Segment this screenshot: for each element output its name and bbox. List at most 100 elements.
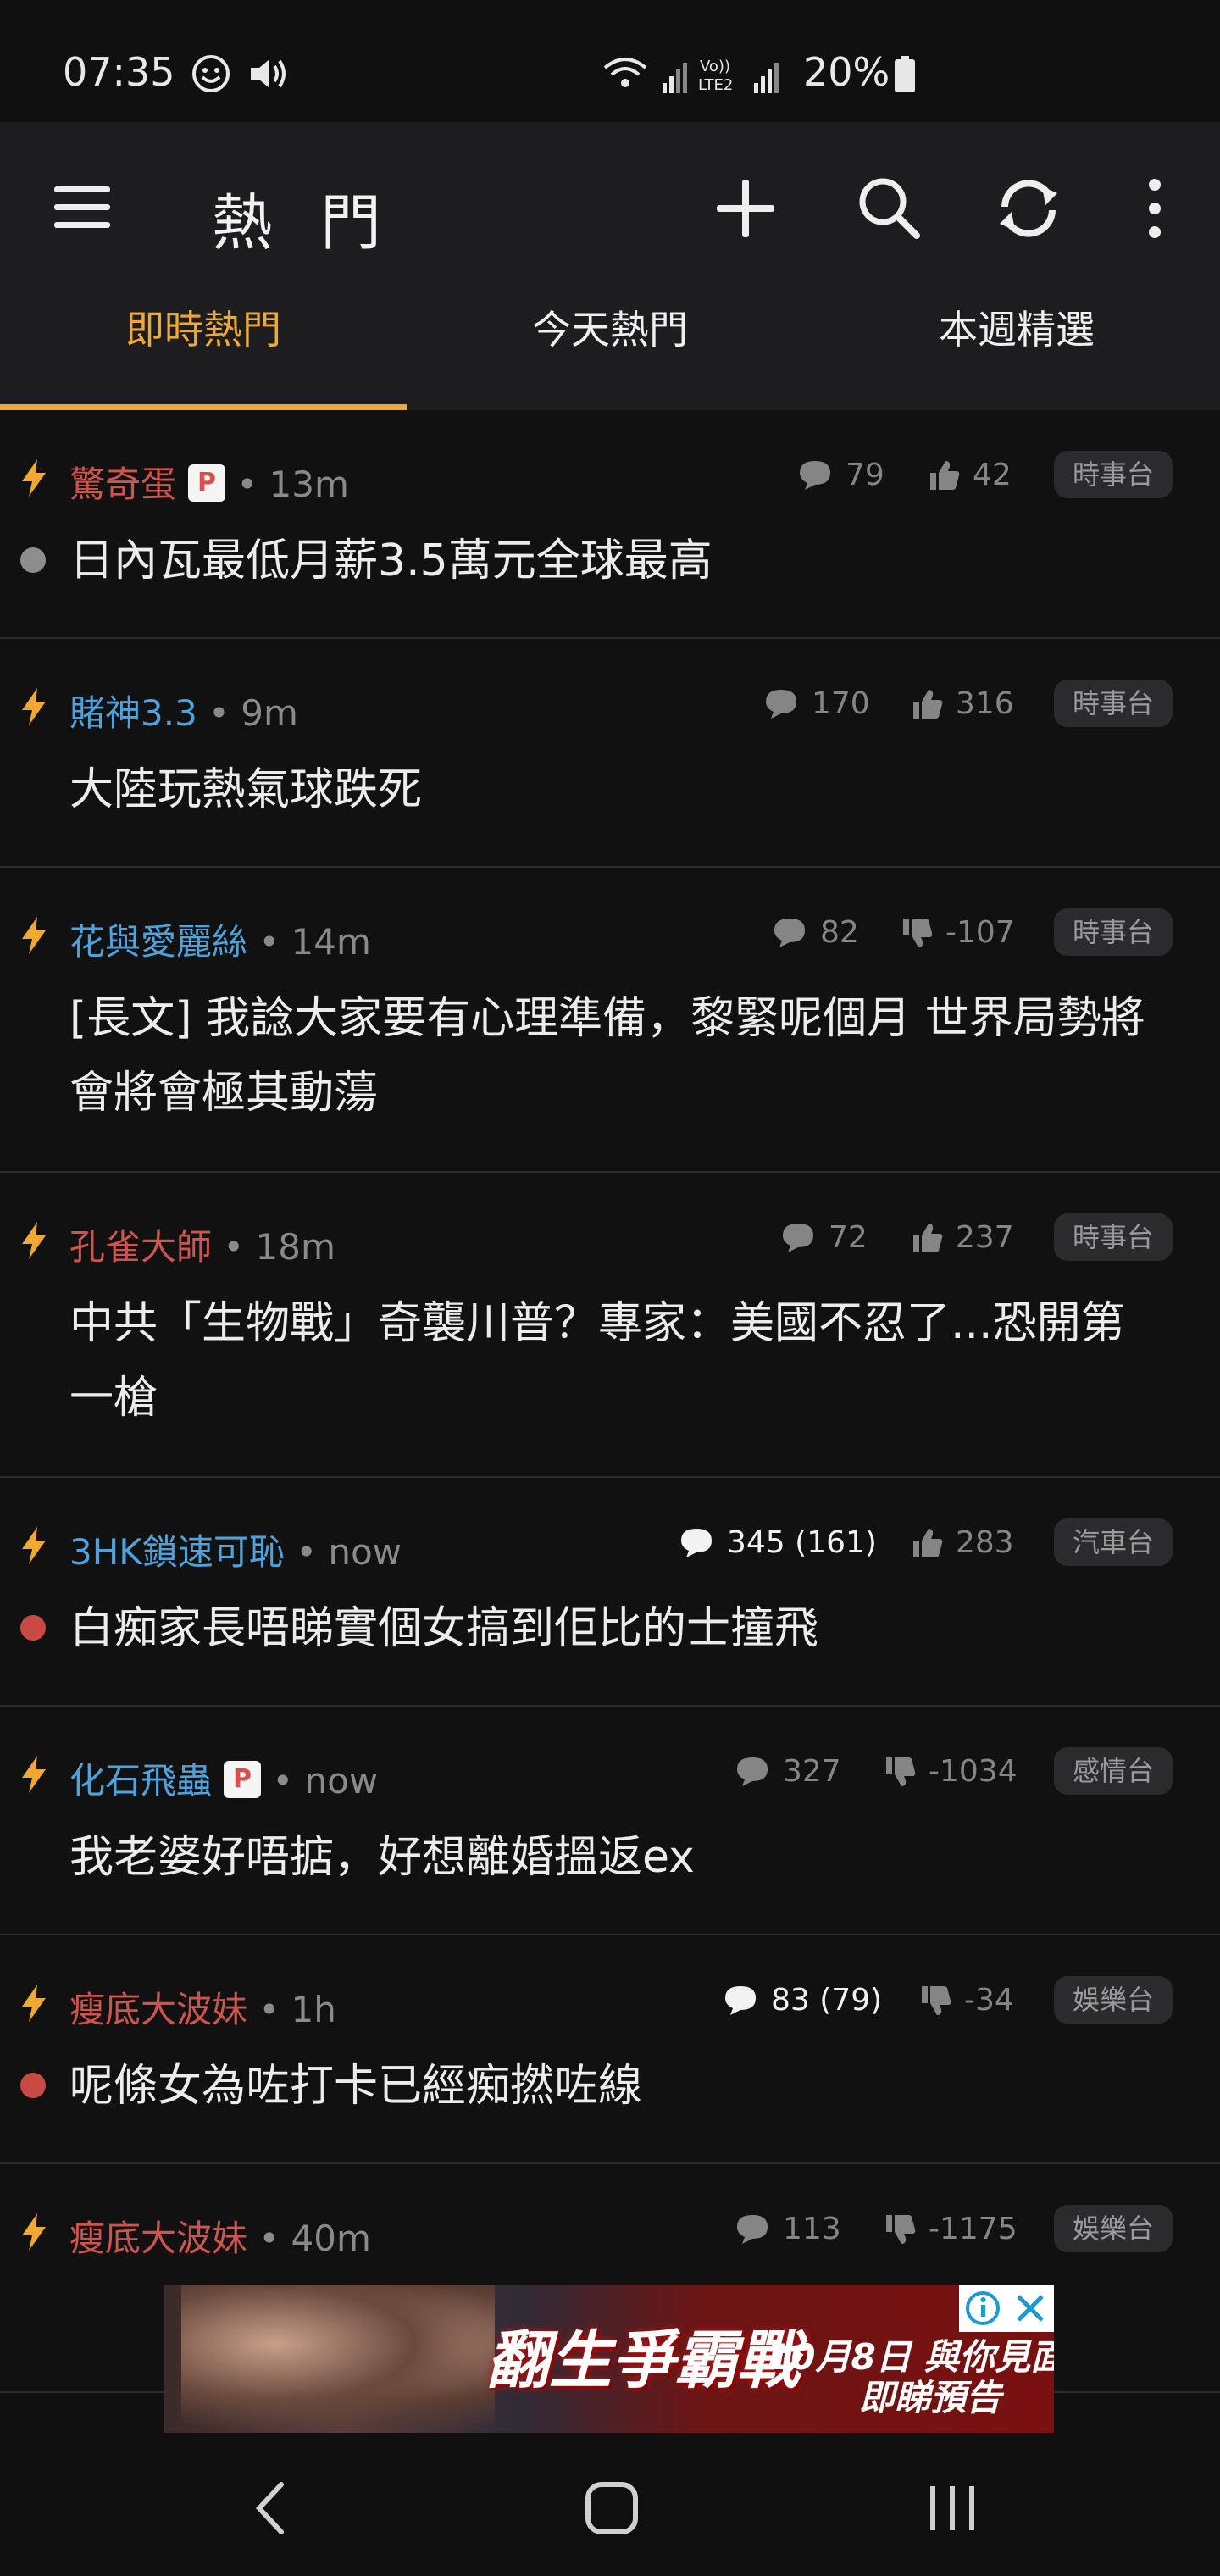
category-chip[interactable]: 時事台 <box>1053 451 1173 498</box>
battery-level: 20% <box>803 49 890 95</box>
list-item[interactable]: 化石飛蟲 P • now 327 -1034 感情台 我老婆好唔掂，好想離婚搵返e… <box>0 1707 1220 1935</box>
post-age: 18m <box>255 1226 336 1268</box>
reply-count: 82 <box>771 915 859 958</box>
tab-realtime-hot[interactable]: 即時熱門 <box>0 276 407 410</box>
status-bar: 07:35 Vo)) LTE2 20% <box>0 0 1220 122</box>
post-age: 1h <box>291 1989 336 2030</box>
category-chip[interactable]: 感情台 <box>1053 1747 1173 1795</box>
svg-text:LTE2: LTE2 <box>698 76 733 94</box>
list-item[interactable]: 驚奇蛋 P • 13m 79 42 時事台 日內瓦最低月薪3.5萬元全球最高 <box>0 410 1220 639</box>
lightning-icon <box>22 1985 46 2022</box>
lightning-icon <box>22 1527 46 1564</box>
post-list: 驚奇蛋 P • 13m 79 42 時事台 日內瓦最低月薪3.5萬元全球最高 賭神… <box>0 410 1220 2393</box>
post-age: 14m <box>291 921 371 963</box>
unread-dot <box>20 547 46 573</box>
p-badge-icon: P <box>188 464 226 502</box>
reply-count: 170 <box>762 686 870 729</box>
new-post-icon[interactable] <box>713 176 778 241</box>
comment-icon <box>737 2215 768 2244</box>
comment-icon <box>737 1757 768 1786</box>
more-options-icon[interactable] <box>1142 176 1167 241</box>
lightning-icon <box>22 459 46 497</box>
search-icon[interactable] <box>856 175 922 241</box>
category-chip[interactable]: 時事台 <box>1053 908 1173 956</box>
post-age: 13m <box>269 464 349 505</box>
category-chip[interactable]: 時事台 <box>1053 1213 1173 1261</box>
list-item[interactable]: 孔雀大師 • 18m 72 237 時事台 中共「生物戰」奇襲川普？專家：美國不… <box>0 1173 1220 1478</box>
author-name[interactable]: 瘦底大波妹 • 40m <box>69 2210 371 2262</box>
lightning-icon <box>22 2213 46 2251</box>
post-age: 40m <box>291 2218 371 2259</box>
vote-count: -1175 <box>884 2212 1018 2254</box>
comment-icon <box>766 690 796 719</box>
comment-icon <box>800 461 830 490</box>
p-badge-icon: P <box>224 1761 262 1798</box>
lightning-icon <box>22 917 46 954</box>
network-icons: Vo)) LTE2 <box>603 58 779 94</box>
tab-weekly-picks[interactable]: 本週精選 <box>813 276 1220 410</box>
ad-subtitle: 即睇預告 <box>859 2377 1002 2418</box>
vote-count: 237 <box>912 1220 1014 1263</box>
post-age: now <box>328 1531 402 1573</box>
thumbs-down-icon <box>886 1757 916 1786</box>
list-item[interactable]: 花與愛麗絲 • 14m 82 -107 時事台 [長文] 我諗大家要有心理準備，… <box>0 868 1220 1173</box>
author-name[interactable]: 賭神3.3 • 9m <box>69 685 298 736</box>
tab-bar: 即時熱門 今天熱門 本週精選 <box>0 276 1220 410</box>
active-tab-indicator <box>0 404 407 410</box>
comment-icon <box>774 919 805 947</box>
list-item[interactable]: 賭神3.3 • 9m 170 316 時事台 大陸玩熱氣球跌死 <box>0 639 1220 868</box>
thumbs-up-icon <box>913 690 943 719</box>
post-age: now <box>304 1760 379 1802</box>
ad-info-close-icon[interactable] <box>964 2290 1049 2327</box>
post-title[interactable]: 我老婆好唔掂，好想離婚搵返ex <box>69 1820 1162 1895</box>
vote-count: -107 <box>901 915 1015 958</box>
author-name[interactable]: 驚奇蛋 P • 13m <box>69 456 349 508</box>
thumbs-up-icon <box>913 1224 943 1252</box>
post-title[interactable]: 大陸玩熱氣球跌死 <box>69 752 1162 827</box>
ad-banner[interactable]: 翻生爭霸戰 10月8日 與你見面 即睇預告 <box>164 2285 1054 2433</box>
lightning-icon <box>22 688 46 725</box>
list-item[interactable]: 瘦底大波妹 • 1h 83 (79) -34 娛樂台 呢條女為咗打卡已經痴撚咗線 <box>0 1935 1220 2164</box>
post-title[interactable]: [長文] 我諗大家要有心理準備，黎緊呢個月 世界局勢將會將會極其動蕩 <box>69 981 1162 1130</box>
category-chip[interactable]: 娛樂台 <box>1053 1976 1173 2024</box>
vote-count: -34 <box>920 1983 1014 2025</box>
author-name[interactable]: 化石飛蟲 P • now <box>69 1752 378 1804</box>
reply-count: 79 <box>796 458 884 500</box>
reply-count: 72 <box>779 1220 868 1263</box>
post-title[interactable]: 中共「生物戰」奇襲川普？專家：美國不忍了...恐開第一槍 <box>69 1286 1162 1435</box>
recent-apps-icon[interactable] <box>925 2479 979 2537</box>
unread-dot <box>20 1615 46 1641</box>
author-name[interactable]: 瘦底大波妹 • 1h <box>69 1981 336 2033</box>
comment-icon <box>725 1986 756 2015</box>
home-icon[interactable] <box>585 2479 639 2537</box>
author-name[interactable]: 3HK鎖速可恥 • now <box>69 1524 402 1575</box>
svg-text:Vo)): Vo)) <box>700 58 730 75</box>
lightning-icon <box>22 1222 46 1259</box>
thumbs-down-icon <box>903 919 933 947</box>
category-chip[interactable]: 汽車台 <box>1053 1518 1173 1566</box>
refresh-icon[interactable] <box>993 173 1064 244</box>
smiley-icon <box>192 55 230 92</box>
vote-count: 316 <box>912 686 1014 729</box>
back-icon[interactable] <box>251 2479 288 2537</box>
app-bar: 熱門 即時熱門 今天熱門 本週精選 <box>0 122 1220 410</box>
post-title[interactable]: 白痴家長唔睇實個女搞到佢比的士撞飛 <box>69 1591 1162 1666</box>
page-title: 熱門 <box>212 187 430 258</box>
tab-today-hot[interactable]: 今天熱門 <box>407 276 813 410</box>
hamburger-menu-icon[interactable] <box>53 181 114 234</box>
reply-count: 327 <box>734 1754 841 1796</box>
vote-count: 42 <box>929 458 1012 500</box>
list-item[interactable]: 3HK鎖速可恥 • now 345 (161) 283 汽車台 白痴家長唔睇實個… <box>0 1478 1220 1707</box>
reply-count: 345 (161) <box>678 1525 877 1568</box>
reply-count: 113 <box>734 2212 841 2254</box>
category-chip[interactable]: 娛樂台 <box>1053 2205 1173 2252</box>
category-chip[interactable]: 時事台 <box>1053 680 1173 727</box>
clock: 07:35 <box>63 49 175 95</box>
author-name[interactable]: 孔雀大師 • 18m <box>69 1219 336 1270</box>
post-title[interactable]: 日內瓦最低月薪3.5萬元全球最高 <box>69 524 1162 598</box>
system-nav-bar <box>0 2437 1220 2576</box>
author-name[interactable]: 花與愛麗絲 • 14m <box>69 913 371 965</box>
post-title[interactable]: 呢條女為咗打卡已經痴撚咗線 <box>69 2049 1162 2124</box>
thumbs-up-icon <box>930 461 960 490</box>
thumbs-up-icon <box>913 1529 943 1557</box>
